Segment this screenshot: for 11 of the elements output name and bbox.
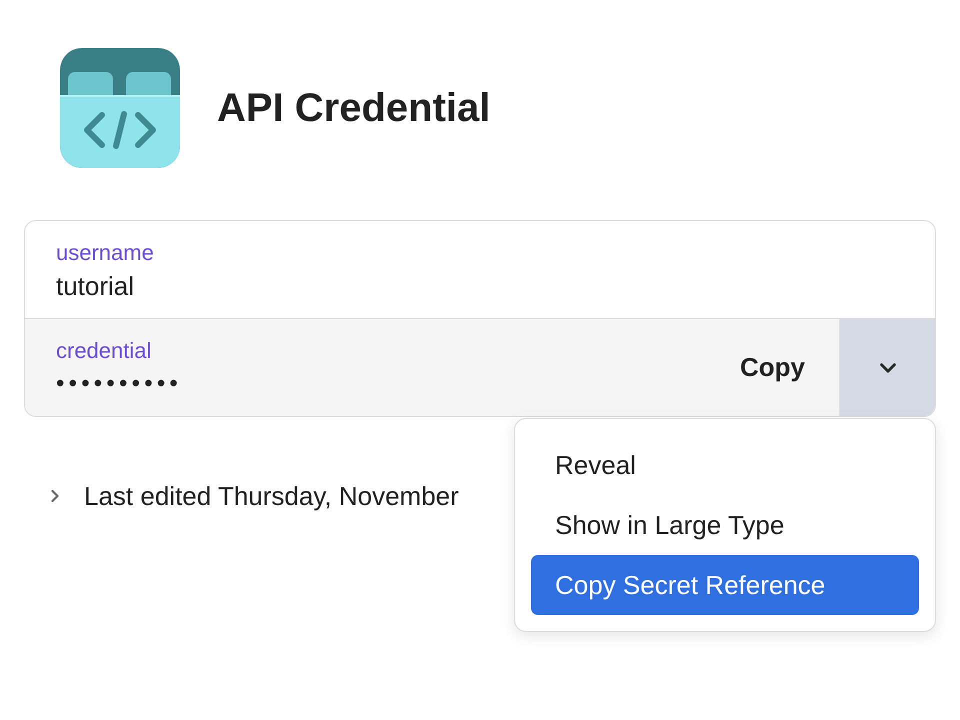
last-edited-toggle[interactable]: Last edited Thursday, November: [48, 480, 459, 512]
field-value: ••••••••••: [56, 369, 182, 399]
item-title: API Credential: [217, 85, 490, 132]
menu-toggle-button[interactable]: [840, 319, 935, 416]
field-label: username: [56, 240, 154, 266]
menu-item[interactable]: Show in Large Type: [531, 495, 919, 555]
menu-item[interactable]: Copy Secret Reference: [531, 555, 919, 615]
menu-item[interactable]: Reveal: [531, 435, 919, 495]
field-label: credential: [56, 338, 152, 364]
code-icon: [60, 48, 180, 168]
field-value: tutorial: [56, 270, 134, 302]
